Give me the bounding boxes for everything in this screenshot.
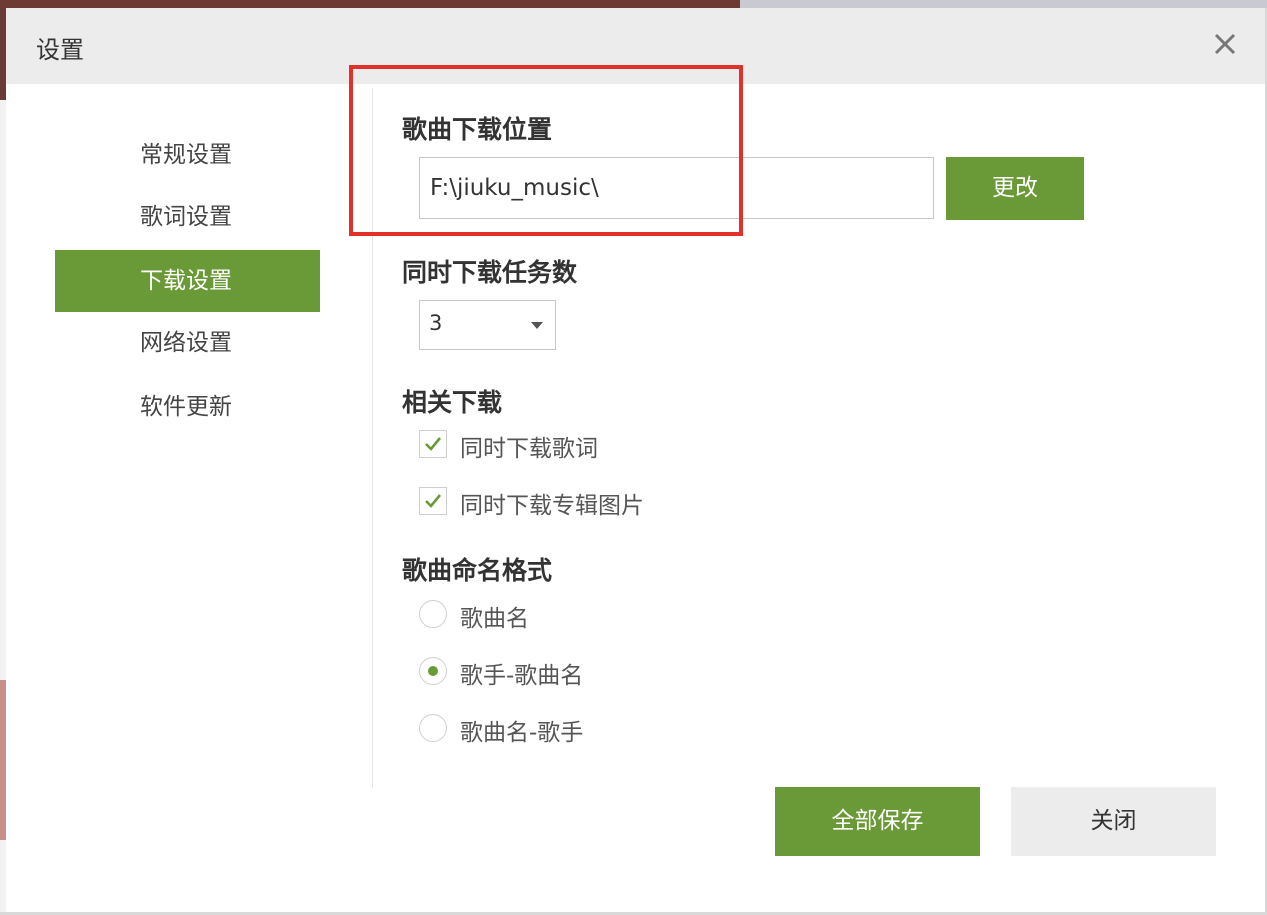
background-app-image [0, 0, 740, 8]
dialog-title: 设置 [36, 36, 84, 64]
sidebar-item-network[interactable]: 网络设置 [55, 312, 320, 374]
checkmark-icon [425, 437, 442, 451]
radio-selected-dot [428, 666, 438, 676]
sidebar-item-label: 软件更新 [140, 394, 232, 420]
download-location-title: 歌曲下载位置 [402, 115, 553, 144]
sidebar-item-download[interactable]: 下载设置 [55, 250, 320, 312]
sidebar-item-label: 网络设置 [140, 330, 232, 356]
concurrent-tasks-title: 同时下载任务数 [402, 258, 578, 287]
naming-option-label: 歌手-歌曲名 [460, 663, 584, 689]
naming-option-label: 歌曲名-歌手 [460, 720, 584, 746]
naming-radio-song[interactable] [419, 600, 447, 628]
download-path-input[interactable] [419, 157, 934, 219]
chevron-down-icon [531, 322, 543, 329]
background-app-strip [0, 0, 1267, 8]
concurrent-tasks-value: 3 [429, 311, 443, 335]
concurrent-tasks-select[interactable]: 3 [419, 300, 556, 350]
change-path-button[interactable]: 更改 [946, 157, 1084, 220]
naming-format-title: 歌曲命名格式 [402, 556, 553, 585]
download-album-art-label: 同时下载专辑图片 [460, 493, 644, 519]
sidebar-item-lyrics[interactable]: 歌词设置 [55, 186, 320, 248]
close-icon[interactable] [1207, 26, 1243, 62]
download-album-art-checkbox[interactable] [419, 487, 447, 515]
close-button[interactable]: 关闭 [1011, 787, 1216, 856]
sidebar-item-general[interactable]: 常规设置 [55, 124, 320, 186]
sidebar-item-label: 歌词设置 [140, 204, 232, 230]
sidebar-item-label: 常规设置 [140, 142, 232, 168]
dialog-titlebar: 设置 [6, 8, 1265, 84]
sidebar-item-label: 下载设置 [140, 268, 232, 294]
settings-dialog: 设置 常规设置 歌词设置 下载设置 网络设置 软件更新 歌曲下载位置 更改 同时… [6, 8, 1265, 912]
naming-radio-song-artist[interactable] [419, 714, 447, 742]
download-lyrics-checkbox[interactable] [419, 430, 447, 458]
save-all-button[interactable]: 全部保存 [775, 787, 980, 856]
download-lyrics-label: 同时下载歌词 [460, 436, 598, 462]
sidebar-divider [372, 88, 373, 788]
related-downloads-title: 相关下载 [402, 388, 503, 417]
naming-option-label: 歌曲名 [460, 606, 529, 632]
naming-radio-artist-song[interactable] [419, 657, 447, 685]
checkmark-icon [425, 494, 442, 508]
sidebar-item-update[interactable]: 软件更新 [55, 376, 320, 438]
